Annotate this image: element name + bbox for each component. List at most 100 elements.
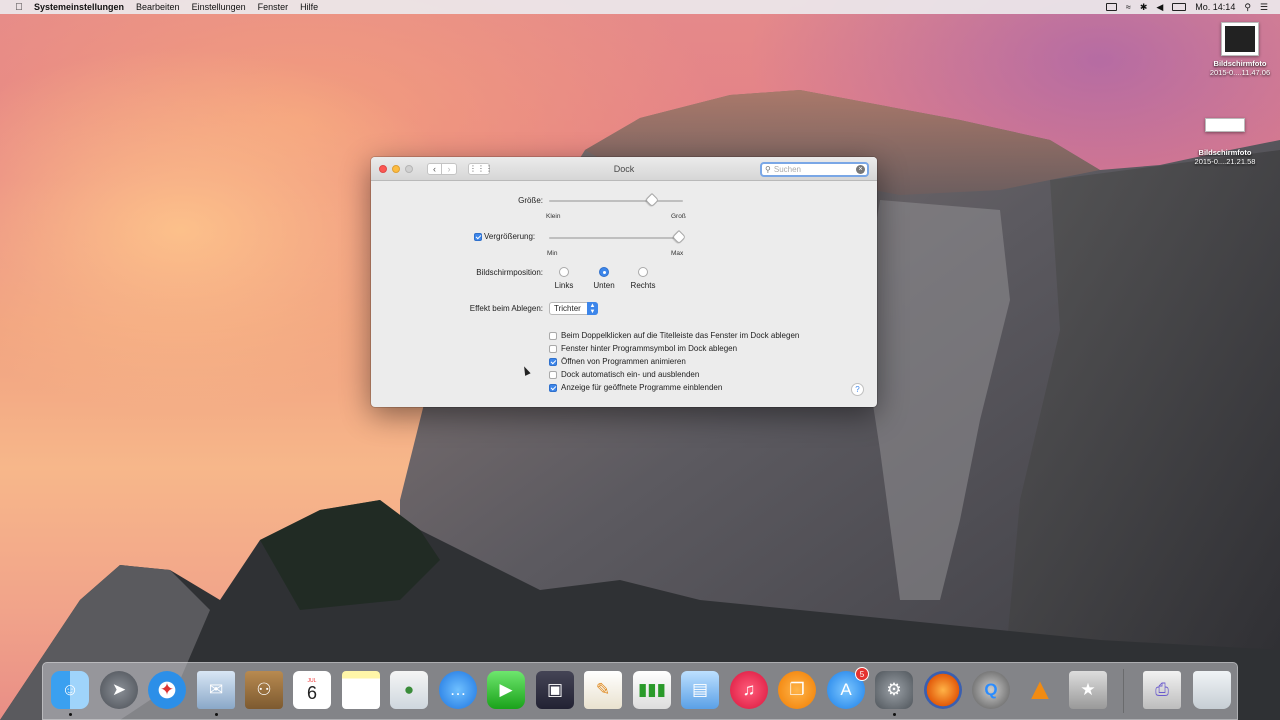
position-right-radio[interactable] [638, 267, 648, 277]
wifi-icon[interactable]: ≈ [1126, 2, 1131, 12]
size-label: Größe: [518, 196, 543, 205]
animate-opening-checkbox[interactable] [549, 358, 557, 366]
position-right-label: Rechts [630, 281, 656, 290]
magnification-slider[interactable] [549, 237, 683, 239]
firefox-icon[interactable] [924, 671, 962, 709]
position-left-radio[interactable] [559, 267, 569, 277]
autohide-dock-checkbox[interactable] [549, 371, 557, 379]
doubleclick-minimize-label: Beim Doppelklicken auf die Titelleiste d… [561, 331, 800, 340]
position-bottom-radio[interactable] [599, 267, 609, 277]
show-indicators-label: Anzeige für geöffnete Programme einblend… [561, 383, 723, 392]
status-area: ≈ ✱ ◀ Mo. 14:14 ⚲ ☰ [1105, 2, 1268, 13]
bluetooth-icon[interactable]: ✱ [1140, 2, 1148, 13]
close-button[interactable] [379, 164, 387, 173]
keynote-icon[interactable]: ▤ [681, 671, 719, 709]
menu-app-name[interactable]: Systemeinstellungen [34, 2, 124, 12]
menu-bar:  Systemeinstellungen Bearbeiten Einstel… [0, 0, 1280, 14]
safari-icon[interactable]: ✦ [148, 671, 186, 709]
menu-settings[interactable]: Einstellungen [192, 2, 246, 12]
minimize-effect-label: Effekt beim Ablegen: [469, 304, 543, 313]
magnification-max-label: Max [671, 250, 684, 257]
finder-icon[interactable]: ☺ [51, 671, 89, 709]
animate-opening-label: Öffnen von Programmen animieren [561, 357, 686, 366]
size-min-label: Klein [546, 213, 561, 220]
notes-icon[interactable] [342, 671, 380, 709]
search-placeholder: Suchen [773, 165, 801, 174]
screen-record-icon[interactable] [1105, 3, 1117, 11]
position-label: Bildschirmposition: [476, 268, 543, 277]
system-preferences-icon[interactable]: ⚙ [875, 671, 913, 709]
dock: ☺ ➤ ✦ ✉ ⚇ JUL 6 ● … ▶ ▣ ✎ ▮▮▮ ▤ ♫ ❐ A 5 … [42, 662, 1238, 720]
pages-icon[interactable]: ✎ [584, 671, 622, 709]
spotlight-icon[interactable]: ⚲ [1244, 2, 1251, 13]
running-indicator [215, 713, 218, 716]
desktop-file-label: Bildschirmfoto [1198, 148, 1252, 157]
app-store-badge: 5 [855, 667, 869, 681]
minimize-into-app-icon-label: Fenster hinter Programmsymbol im Dock ab… [561, 344, 738, 353]
apple-menu-icon[interactable]:  [10, 2, 28, 13]
messages-icon[interactable]: … [439, 671, 477, 709]
window-titlebar[interactable]: ‹ › ⋮⋮⋮ Dock ⚲ Suchen × [371, 157, 877, 181]
position-left-label: Links [554, 281, 574, 290]
back-button[interactable]: ‹ [427, 162, 442, 175]
menu-help[interactable]: Hilfe [300, 2, 318, 12]
menubar-clock[interactable]: Mo. 14:14 [1195, 2, 1235, 12]
doubleclick-minimize-checkbox[interactable] [549, 332, 557, 340]
photo-booth-icon[interactable]: ▣ [536, 671, 574, 709]
dock-settings-pane: Größe: Klein Groß Vergrößerung: Min Max … [371, 181, 877, 407]
desktop-file-date: 2015-0....11.47.06 [1209, 68, 1271, 77]
position-bottom-label: Unten [593, 281, 615, 290]
size-slider-knob[interactable] [644, 192, 660, 208]
zoom-button[interactable] [405, 164, 413, 173]
show-indicators-checkbox[interactable] [549, 384, 557, 392]
menu-edit[interactable]: Bearbeiten [136, 2, 180, 12]
dock-preferences-window: ‹ › ⋮⋮⋮ Dock ⚲ Suchen × Größe: Klein Gro… [371, 157, 877, 407]
reminders-icon[interactable]: ● [390, 671, 428, 709]
calendar-icon[interactable]: JUL 6 [293, 671, 331, 709]
quicktime-icon[interactable]: Q [972, 671, 1010, 709]
battery-icon[interactable] [1172, 3, 1187, 11]
vlc-icon[interactable]: ▲ [1021, 671, 1059, 709]
screenshot-thumbnail-icon [1205, 118, 1245, 132]
search-field[interactable]: ⚲ Suchen × [760, 162, 869, 177]
volume-icon[interactable]: ◀ [1156, 2, 1163, 13]
imovie-icon[interactable]: ★ [1069, 671, 1107, 709]
clear-search-icon[interactable]: × [856, 165, 865, 174]
app-store-icon[interactable]: A 5 [827, 667, 869, 709]
facetime-icon[interactable]: ▶ [487, 671, 525, 709]
forward-button[interactable]: › [442, 162, 457, 175]
search-icon: ⚲ [765, 165, 771, 174]
itunes-icon[interactable]: ♫ [730, 671, 768, 709]
numbers-icon[interactable]: ▮▮▮ [633, 671, 671, 709]
minimize-effect-popup[interactable]: Trichter ▲ ▼ [549, 302, 598, 315]
popup-arrows-icon: ▲ ▼ [587, 302, 598, 315]
desktop-file-screenshot-1[interactable]: Bildschirmfoto 2015-0....11.47.06 [1195, 22, 1280, 77]
printer-icon[interactable]: ⎙ [1143, 671, 1181, 709]
notification-center-icon[interactable]: ☰ [1260, 2, 1268, 13]
desktop-file-label: Bildschirmfoto [1213, 59, 1267, 68]
trash-icon[interactable] [1193, 671, 1231, 709]
mail-icon[interactable]: ✉ [197, 671, 235, 709]
minimize-into-app-icon-checkbox[interactable] [549, 345, 557, 353]
calendar-day: 6 [306, 683, 317, 703]
help-button[interactable]: ? [851, 383, 864, 396]
show-all-grid-icon[interactable]: ⋮⋮⋮ [468, 162, 493, 175]
running-indicator [69, 713, 72, 716]
size-max-label: Groß [671, 213, 686, 220]
minimize-button[interactable] [392, 164, 400, 173]
size-slider[interactable] [549, 200, 683, 202]
dock-separator [1123, 669, 1124, 713]
ibooks-icon[interactable]: ❐ [778, 671, 816, 709]
magnification-min-label: Min [547, 250, 558, 257]
desktop-file-screenshot-2[interactable]: Bildschirmfoto 2015-0....21.21.58 [1180, 118, 1270, 166]
magnification-slider-knob[interactable] [671, 229, 687, 245]
magnification-checkbox[interactable] [474, 233, 482, 241]
menu-window[interactable]: Fenster [258, 2, 289, 12]
magnification-label: Vergrößerung: [484, 232, 536, 241]
contacts-icon[interactable]: ⚇ [245, 671, 283, 709]
launchpad-icon[interactable]: ➤ [100, 671, 138, 709]
running-indicator [893, 713, 896, 716]
autohide-dock-label: Dock automatisch ein- und ausblenden [561, 370, 700, 379]
screenshot-thumbnail-icon [1221, 22, 1259, 56]
minimize-effect-value: Trichter [554, 304, 581, 313]
